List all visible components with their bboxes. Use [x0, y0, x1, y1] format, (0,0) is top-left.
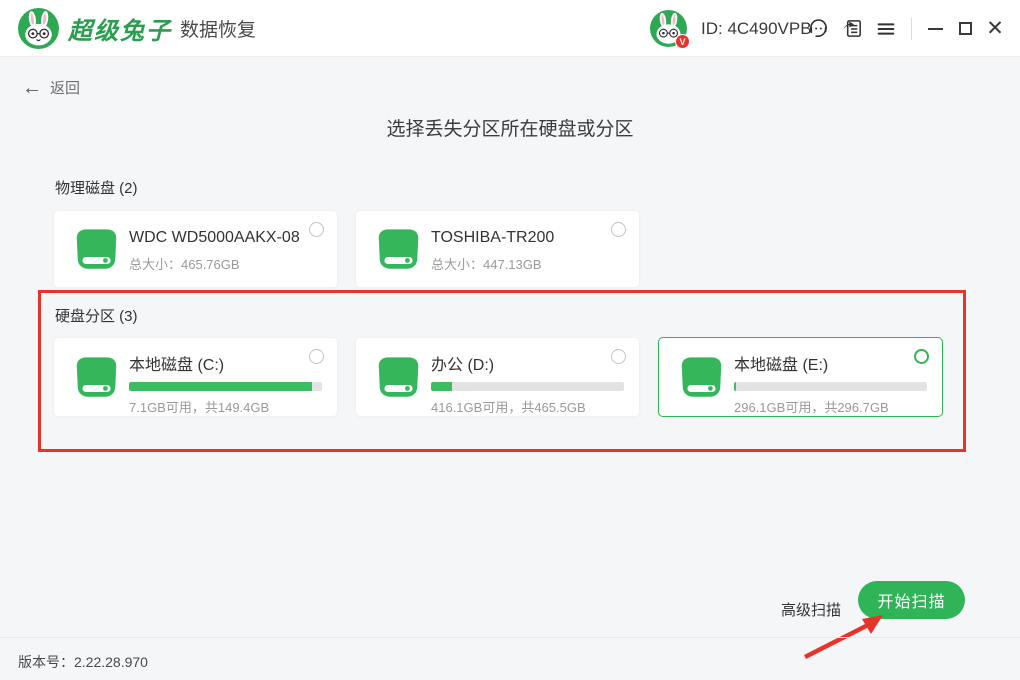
titlebar-separator: [911, 18, 912, 40]
app-name: 超级兔子: [68, 11, 172, 46]
partition-card-e[interactable]: 本地磁盘 (E:) 296.1GB可用，共296.7GB: [658, 337, 943, 417]
drive-icon: [679, 356, 724, 399]
usage-progress-bar: [431, 382, 624, 391]
user-avatar[interactable]: V: [650, 10, 687, 47]
disk-size: 总大小：447.13GB: [431, 254, 603, 273]
advanced-scan-link[interactable]: 高级扫描: [781, 599, 841, 620]
close-icon[interactable]: ✕: [980, 12, 1010, 46]
vip-badge: V: [675, 34, 690, 49]
physical-disks-heading: 物理磁盘 (2): [55, 177, 138, 198]
disk-name: TOSHIBA-TR200: [431, 229, 603, 247]
partition-size: 7.1GB可用，共149.4GB: [129, 397, 301, 416]
partitions-heading: 硬盘分区 (3): [55, 305, 138, 326]
back-arrow-icon: ←: [22, 78, 42, 98]
partition-size: 296.1GB可用，共296.7GB: [734, 397, 906, 416]
app-logo: 超级兔子 数据恢复: [18, 8, 256, 49]
partition-name: 本地磁盘 (E:): [734, 351, 906, 375]
page-title: 选择丢失分区所在硬盘或分区: [0, 114, 1020, 141]
back-button[interactable]: ← 返回: [22, 77, 80, 98]
maximize-icon[interactable]: [950, 12, 980, 46]
disk-radio[interactable]: [611, 222, 626, 237]
drive-icon: [376, 356, 421, 399]
app-subtitle: 数据恢复: [180, 15, 256, 42]
partition-card-d[interactable]: 办公 (D:) 416.1GB可用，共465.5GB: [355, 337, 640, 417]
disk-radio[interactable]: [309, 222, 324, 237]
start-scan-button[interactable]: 开始扫描: [858, 581, 965, 619]
drive-icon: [74, 356, 119, 399]
usage-progress-bar: [734, 382, 927, 391]
disk-card-toshiba[interactable]: TOSHIBA-TR200 总大小：447.13GB: [355, 210, 640, 288]
back-label: 返回: [50, 77, 80, 98]
version-label: 版本号：2.22.28.970: [18, 652, 148, 672]
user-id-label: ID: 4C490VPB: [701, 19, 812, 39]
menu-icon[interactable]: [869, 12, 903, 46]
feedback-icon[interactable]: [835, 12, 869, 46]
usage-progress-bar: [129, 382, 322, 391]
minimize-icon[interactable]: [920, 12, 950, 46]
partition-card-c[interactable]: 本地磁盘 (C:) 7.1GB可用，共149.4GB: [53, 337, 338, 417]
partition-radio[interactable]: [611, 349, 626, 364]
partition-name: 办公 (D:): [431, 351, 603, 375]
partition-radio[interactable]: [914, 349, 929, 364]
disk-card-wdc[interactable]: WDC WD5000AAKX-08... 总大小：465.76GB: [53, 210, 338, 288]
disk-size: 总大小：465.76GB: [129, 254, 301, 273]
titlebar: 超级兔子 数据恢复 V ID:: [0, 0, 1020, 57]
drive-icon: [74, 228, 119, 271]
rabbit-logo-icon: [18, 8, 59, 49]
partition-name: 本地磁盘 (C:): [129, 351, 301, 375]
disk-name: WDC WD5000AAKX-08...: [129, 229, 301, 247]
footer-divider: [0, 637, 1020, 638]
partition-size: 416.1GB可用，共465.5GB: [431, 397, 603, 416]
app-window: 超级兔子 数据恢复 V ID:: [0, 0, 1020, 680]
customer-service-icon[interactable]: [801, 12, 835, 46]
drive-icon: [376, 228, 421, 271]
partition-radio[interactable]: [309, 349, 324, 364]
